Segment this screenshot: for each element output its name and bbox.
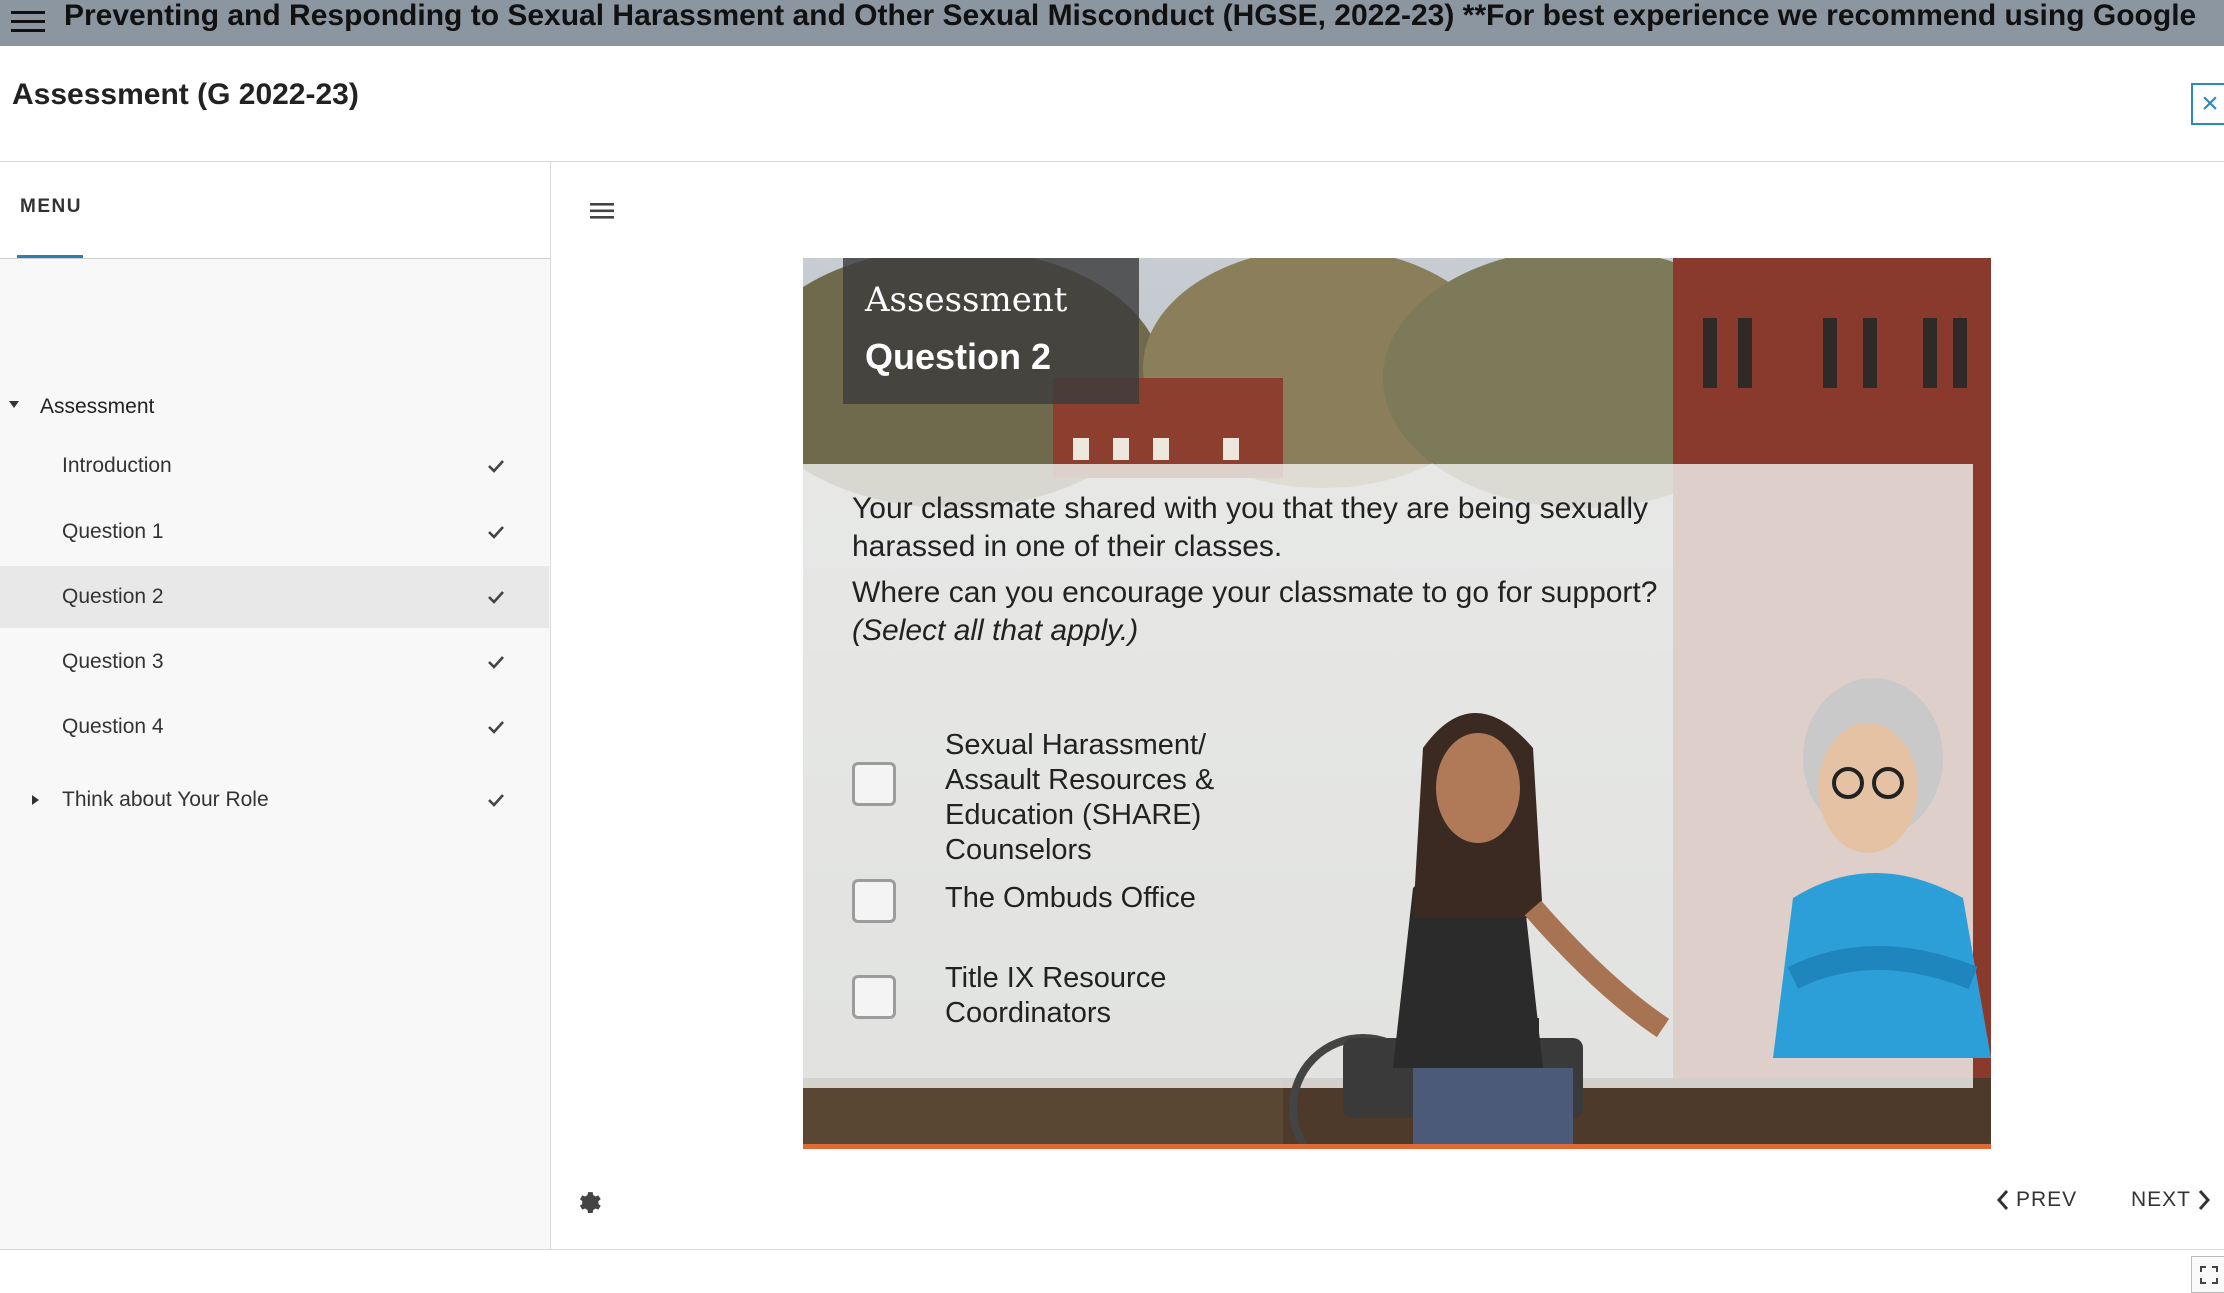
sidebar-item-label: Think about Your Role: [62, 788, 269, 811]
slide-title: Assessment: [865, 280, 1068, 320]
question-instruction: Where can you encourage your classmate t…: [852, 574, 1732, 650]
next-label: NEXT: [2131, 1188, 2192, 1211]
sidebar-tabbar: MENU: [0, 162, 550, 259]
checkbox[interactable]: [852, 762, 896, 806]
question-hint: (Select all that apply.): [852, 614, 1139, 647]
option-ombuds-office[interactable]: The Ombuds Office: [852, 879, 1196, 923]
sidebar-item-label: Introduction: [62, 454, 172, 477]
option-label: Sexual Harassment/ Assault Resources & E…: [945, 729, 1215, 866]
expand-icon: [2199, 1265, 2218, 1284]
chevron-left-icon: [1996, 1190, 2009, 1210]
slide-progress-bar: [803, 1144, 1991, 1149]
tree-root-label: Assessment: [40, 395, 155, 418]
caret-right-icon[interactable]: [32, 795, 39, 805]
window-titlebar: Preventing and Responding to Sexual Hara…: [0, 0, 2224, 46]
checkmark-icon: [488, 794, 504, 807]
student-in-wheelchair-illustration: [1289, 713, 1670, 1149]
prev-button[interactable]: PREV: [1996, 1188, 2077, 1212]
close-button[interactable]: ×: [2191, 83, 2224, 125]
window-title: Preventing and Responding to Sexual Hara…: [64, 0, 2197, 32]
hamburger-icon[interactable]: [0, 0, 50, 46]
question-prompt: Your classmate shared with you that they…: [852, 492, 1649, 563]
option-share-counselors[interactable]: Sexual Harassment/ Assault Resources & E…: [852, 729, 1214, 866]
next-button[interactable]: NEXT: [2131, 1188, 2211, 1212]
sidebar-item-introduction[interactable]: Introduction: [0, 435, 549, 497]
checkmark-icon: [488, 591, 504, 604]
sidebar-item-question-4[interactable]: Question 4: [0, 696, 549, 758]
footer-divider: [0, 1249, 2224, 1250]
checkmark-icon: [488, 721, 504, 734]
question-text: Your classmate shared with you that they…: [852, 490, 1732, 658]
sidebar-item-label: Question 2: [62, 585, 164, 608]
gear-icon[interactable]: [574, 1186, 602, 1214]
option-label: Title IX Resource Coordinators: [945, 962, 1167, 1029]
main-content: Assessment Question 2 Your classmate sha…: [551, 162, 2224, 1249]
staff-woman-illustration: [1773, 678, 1991, 1058]
tab-menu[interactable]: MENU: [20, 196, 82, 218]
sidebar-item-question-1[interactable]: Question 1: [0, 501, 549, 563]
prev-label: PREV: [2016, 1188, 2078, 1211]
close-icon: ×: [2201, 87, 2219, 120]
slide: Assessment Question 2 Your classmate sha…: [803, 258, 1991, 1149]
sidebar: MENU Assessment Introduction Question 1 …: [0, 162, 551, 1249]
chevron-right-icon: [2198, 1190, 2211, 1210]
sidebar-item-question-3[interactable]: Question 3: [0, 631, 549, 693]
checkmark-icon: [488, 526, 504, 539]
sidebar-item-question-2[interactable]: Question 2: [0, 566, 549, 628]
tab-underline: [17, 255, 83, 258]
sidebar-item-label: Question 1: [62, 520, 164, 543]
tree-root-assessment[interactable]: Assessment: [0, 387, 551, 427]
hamburger-icon[interactable]: [587, 200, 617, 222]
checkbox[interactable]: [852, 975, 896, 1019]
question-main: Where can you encourage your classmate t…: [852, 576, 1658, 609]
sidebar-item-label: Question 4: [62, 715, 164, 738]
slide-subtitle: Question 2: [865, 336, 1052, 377]
sidebar-item-label: Question 3: [62, 650, 164, 673]
caret-down-icon[interactable]: [9, 401, 19, 408]
course-header: Assessment (G 2022-23) ×: [0, 46, 2224, 162]
fullscreen-button[interactable]: [2191, 1256, 2224, 1293]
sidebar-item-think-about-your-role[interactable]: Think about Your Role: [0, 769, 549, 831]
checkmark-icon: [488, 460, 504, 473]
slide-title-box: Assessment Question 2: [843, 258, 1139, 404]
option-title-ix-coordinators[interactable]: Title IX Resource Coordinators: [852, 962, 1166, 1029]
page-title: Assessment (G 2022-23): [12, 78, 359, 111]
checkbox[interactable]: [852, 879, 896, 923]
checkmark-icon: [488, 656, 504, 669]
